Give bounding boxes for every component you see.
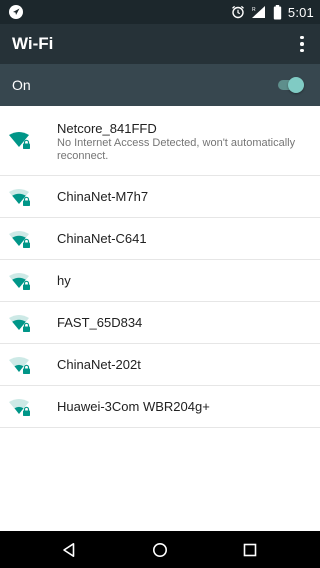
battery-icon [273,4,282,19]
cell-signal-icon: R [251,6,265,18]
page-title: Wi-Fi [12,34,54,53]
wifi-secure-icon [9,315,30,332]
home-button[interactable] [130,531,190,568]
app-bar: Wi-Fi [0,24,320,64]
wifi-network-name: Huawei-3Com WBR204g+ [57,399,210,414]
wifi-toggle[interactable] [276,75,306,95]
wifi-secure-icon [9,231,30,248]
alarm-icon [231,5,244,19]
wifi-network-name: ChinaNet-C641 [57,231,147,246]
status-icons: R 5:01 [231,0,314,24]
more-vert-icon[interactable] [294,32,310,56]
wifi-secure-icon [9,132,30,149]
navigation-icon [9,5,23,19]
recents-icon [243,543,257,556]
navigation-bar [0,531,320,568]
wifi-network-name: FAST_65D834 [57,315,143,330]
toggle-thumb [288,77,304,93]
wifi-network-item[interactable]: hy [0,260,320,302]
back-icon [63,542,75,557]
wifi-secure-icon [9,399,30,416]
wifi-secure-icon [9,357,30,374]
wifi-network-item[interactable]: Netcore_841FFD No Internet Access Detect… [0,106,320,176]
wifi-switch-bar[interactable]: On [0,64,320,106]
wifi-switch-label: On [12,77,31,93]
wifi-secure-icon [9,189,30,206]
status-bar: R 5:01 [0,0,320,24]
status-time: 5:01 [287,4,314,20]
wifi-network-item[interactable]: ChinaNet-M7h7 [0,176,320,218]
svg-text:R: R [252,7,256,13]
wifi-network-name: hy [57,273,71,288]
recents-button[interactable] [220,531,280,568]
wifi-network-name: ChinaNet-M7h7 [57,189,149,204]
wifi-network-item[interactable]: FAST_65D834 [0,302,320,344]
wifi-network-name: Netcore_841FFD [57,121,157,136]
wifi-network-item[interactable]: Huawei-3Com WBR204g+ [0,386,320,428]
wifi-network-name: ChinaNet-202t [57,357,141,372]
wifi-network-list: Netcore_841FFD No Internet Access Detect… [0,106,320,428]
back-button[interactable] [39,531,99,568]
wifi-network-item[interactable]: ChinaNet-202t [0,344,320,386]
wifi-network-item[interactable]: ChinaNet-C641 [0,218,320,260]
wifi-secure-icon [9,273,30,290]
home-icon [153,542,167,557]
wifi-network-status: No Internet Access Detected, won't autom… [57,137,296,162]
